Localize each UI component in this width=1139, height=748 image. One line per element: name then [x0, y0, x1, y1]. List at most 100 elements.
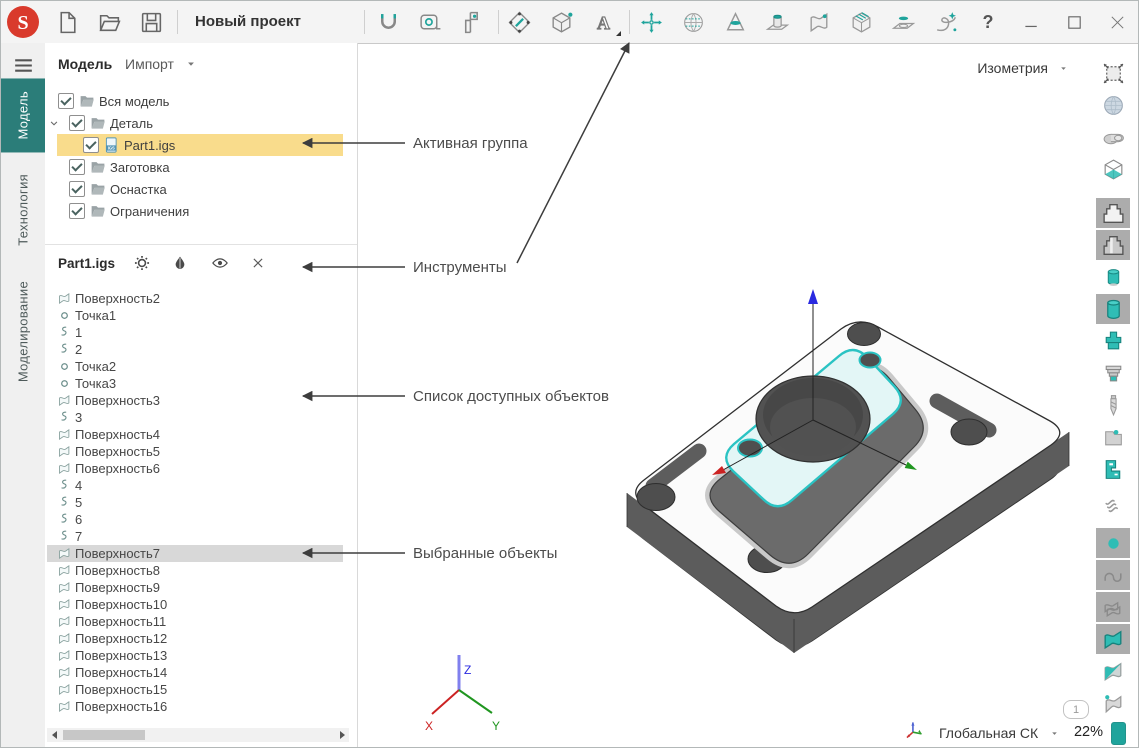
scroll-right-button[interactable] [335, 728, 349, 742]
list-item[interactable]: Поверхность16 [45, 698, 343, 715]
toolbar-button[interactable] [679, 7, 707, 37]
sidebar-tab[interactable]: Моделирование [1, 268, 45, 395]
list-item[interactable]: Поверхность6 [45, 460, 343, 477]
tab-model[interactable]: Модель [58, 56, 112, 72]
tree-row[interactable]: IGS Part1.igs [45, 134, 343, 156]
toolbar-button[interactable] [458, 7, 486, 37]
list-item[interactable]: Поверхность2 [45, 290, 343, 307]
right-tool-button[interactable] [1096, 122, 1130, 152]
toolbar-button[interactable] [137, 7, 165, 37]
panel-tool-button[interactable] [211, 253, 231, 273]
toolbar-button[interactable] [805, 7, 833, 37]
list-item[interactable]: Точка2 [45, 358, 343, 375]
checkbox[interactable] [69, 181, 85, 197]
toolbar-button[interactable] [416, 7, 444, 37]
list-item[interactable]: 2 [45, 341, 343, 358]
axes-triad-icon[interactable] [901, 717, 927, 743]
list-item[interactable]: 6 [45, 511, 343, 528]
checkbox[interactable] [58, 93, 74, 109]
horizontal-scrollbar[interactable] [47, 728, 349, 742]
scroll-left-button[interactable] [47, 728, 61, 742]
toolbar-button[interactable] [721, 7, 749, 37]
tab-import[interactable]: Импорт [125, 56, 174, 72]
list-item[interactable]: Поверхность9 [45, 579, 343, 596]
right-tool-button[interactable] [1096, 358, 1130, 388]
toolbar-button[interactable] [505, 7, 533, 37]
right-tool-button[interactable] [1096, 486, 1130, 516]
coordinate-system-select[interactable]: Глобальная СК [939, 725, 1038, 741]
right-tool-button[interactable] [1096, 198, 1130, 228]
toolbar-button[interactable] [547, 7, 575, 37]
checkbox[interactable] [69, 159, 85, 175]
chevron-down-icon[interactable] [47, 115, 69, 131]
right-tool-button[interactable] [1096, 154, 1130, 184]
zoom-level[interactable]: 22% [1059, 724, 1103, 740]
app-logo[interactable]: S [6, 5, 40, 39]
caret-down-icon[interactable] [184, 57, 198, 71]
help-button[interactable]: ? [974, 7, 1002, 37]
checkbox[interactable] [69, 203, 85, 219]
right-tool-button[interactable] [1096, 422, 1130, 452]
right-tool-button[interactable] [1096, 656, 1130, 686]
checkbox[interactable] [83, 137, 99, 153]
panel-tool-button[interactable] [133, 253, 153, 273]
window-control-button[interactable] [1103, 7, 1131, 37]
right-tool-button[interactable] [1096, 262, 1130, 292]
list-item[interactable]: Поверхность15 [45, 681, 343, 698]
right-tool-button[interactable] [1096, 688, 1130, 718]
tree-row[interactable]: Деталь [45, 112, 343, 134]
scrollbar-thumb[interactable] [63, 730, 145, 740]
right-tool-button[interactable] [1096, 294, 1130, 324]
list-item[interactable]: 7 [45, 528, 343, 545]
list-item[interactable]: Точка3 [45, 375, 343, 392]
list-item[interactable]: Поверхность10 [45, 596, 343, 613]
tree-row[interactable]: Оснастка [45, 178, 343, 200]
checkbox[interactable] [69, 115, 85, 131]
list-item[interactable]: Поверхность3 [45, 392, 343, 409]
right-tool-button[interactable] [1096, 390, 1130, 420]
toolbar-button[interactable] [931, 7, 959, 37]
right-tool-button[interactable] [1096, 454, 1130, 484]
toolbar-button[interactable] [847, 7, 875, 37]
list-item[interactable]: Поверхность5 [45, 443, 343, 460]
sidebar-tab[interactable]: Модель [1, 78, 45, 152]
right-tool-button[interactable] [1096, 624, 1130, 654]
list-item[interactable]: 5 [45, 494, 343, 511]
toolbar-button[interactable] [95, 7, 123, 37]
list-item[interactable]: Поверхность14 [45, 664, 343, 681]
window-control-button[interactable] [1017, 7, 1045, 37]
panel-tool-button[interactable] [249, 253, 269, 273]
list-item[interactable]: Поверхность7 [45, 545, 343, 562]
toolbar-button[interactable] [374, 7, 402, 37]
list-item[interactable]: 1 [45, 324, 343, 341]
list-item[interactable]: Поверхность8 [45, 562, 343, 579]
right-tool-button[interactable] [1096, 90, 1130, 120]
tree-row[interactable]: Заготовка [45, 156, 343, 178]
list-item[interactable]: Поверхность11 [45, 613, 343, 630]
panel-tool-button[interactable] [171, 253, 191, 273]
right-tool-button[interactable] [1096, 528, 1130, 558]
toolbar-button[interactable] [889, 7, 917, 37]
zoom-indicator[interactable] [1111, 722, 1126, 745]
list-item[interactable]: Поверхность13 [45, 647, 343, 664]
right-tool-button[interactable] [1096, 592, 1130, 622]
list-item[interactable]: 3 [45, 409, 343, 426]
tree-row[interactable]: Вся модель [45, 90, 343, 112]
right-tool-button[interactable] [1096, 560, 1130, 590]
right-tool-button[interactable] [1096, 58, 1130, 88]
window-control-button[interactable] [1060, 7, 1088, 37]
list-item[interactable]: Поверхность12 [45, 630, 343, 647]
tree-row[interactable]: Ограничения [45, 200, 343, 222]
toolbar-button[interactable] [763, 7, 791, 37]
main-menu-button[interactable] [11, 53, 36, 78]
toolbar-button[interactable] [53, 7, 81, 37]
right-tool-button[interactable] [1096, 230, 1130, 260]
sidebar-tab[interactable]: Технология [1, 161, 45, 259]
right-tool-button[interactable] [1096, 326, 1130, 356]
toolbar-button[interactable] [637, 7, 665, 37]
list-item[interactable]: Поверхность4 [45, 426, 343, 443]
toolbar-button[interactable]: A [589, 7, 617, 37]
view-orientation-select[interactable]: Изометрия [953, 57, 1069, 79]
list-item[interactable]: Точка1 [45, 307, 343, 324]
list-item[interactable]: 4 [45, 477, 343, 494]
